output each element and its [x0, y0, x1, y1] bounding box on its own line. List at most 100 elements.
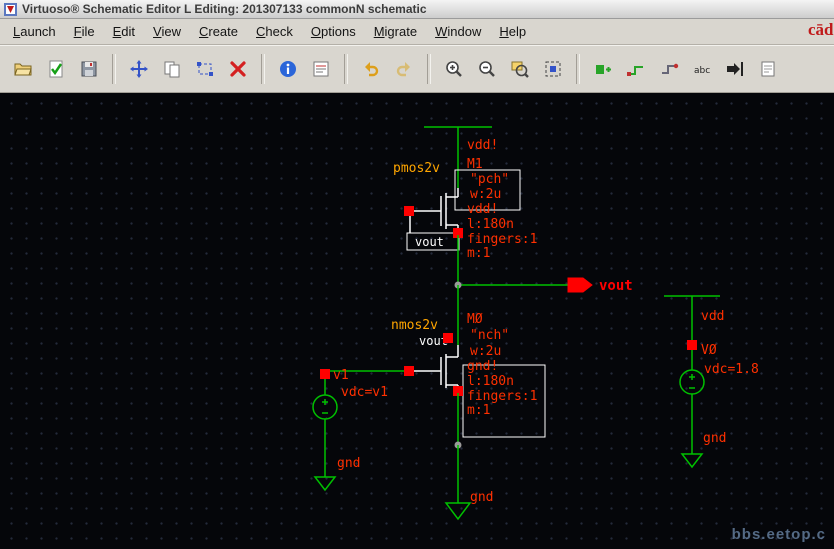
vout-pin-label[interactable]: vout: [599, 278, 633, 294]
selection-handle[interactable]: [443, 333, 453, 343]
redo-button[interactable]: [389, 54, 419, 84]
nmos-width-label[interactable]: w:2u: [470, 344, 501, 359]
menu-options[interactable]: Options: [302, 20, 365, 44]
create-label-button[interactable]: abc: [687, 54, 717, 84]
zoom-to-fit-button[interactable]: [505, 54, 535, 84]
stretch-button[interactable]: [190, 54, 220, 84]
pmos-transistor-M1[interactable]: pmos2v M1 "pch" w:2u vdd! l:180n fingers…: [393, 157, 537, 261]
nmos-fingers-label[interactable]: fingers:1: [467, 389, 537, 404]
copy-button[interactable]: [157, 54, 187, 84]
v0-gnd-label[interactable]: gnd: [703, 431, 726, 446]
undo-button[interactable]: [356, 54, 386, 84]
nmos-transistor-M0[interactable]: nmos2v vout MØ "nch" w:2u gnd! l:180n fi…: [391, 285, 546, 438]
pmos-bulk-label[interactable]: vdd!: [467, 202, 498, 217]
info-icon: [280, 61, 296, 77]
pmos-mult-label[interactable]: m:1: [467, 246, 490, 261]
label-abc-icon: abc: [694, 66, 710, 76]
vout-pin[interactable]: [567, 277, 593, 293]
note-icon: [761, 61, 775, 77]
v0-value-label[interactable]: vdc=1.8: [704, 362, 759, 377]
create-wire-icon: [627, 66, 643, 76]
cadence-logo: cādence: [808, 20, 834, 39]
gnd-symbol[interactable]: [680, 453, 704, 469]
nmos-instance-type-label[interactable]: nmos2v: [391, 318, 438, 333]
move-button[interactable]: [124, 54, 154, 84]
create-wire-button[interactable]: [621, 54, 651, 84]
menu-launch[interactable]: Launch: [4, 20, 65, 44]
net-label-vdd[interactable]: vdd!: [467, 138, 498, 153]
gnd-symbol[interactable]: [313, 476, 337, 492]
toolbar-separator: [112, 54, 116, 84]
window-title: Virtuoso® Schematic Editor L Editing: 20…: [22, 2, 427, 16]
gnd-label[interactable]: gnd: [470, 490, 493, 505]
gnd-symbol[interactable]: [444, 502, 472, 521]
zoom-in-icon: [446, 61, 462, 77]
menu-help[interactable]: Help: [490, 20, 535, 44]
delete-button[interactable]: [223, 54, 253, 84]
pmos-gate-net-label[interactable]: vout: [415, 235, 444, 249]
nmos-length-label[interactable]: l:180n: [467, 374, 514, 389]
fit-window-button[interactable]: [538, 54, 568, 84]
selection-handle[interactable]: [404, 366, 414, 376]
toolbar-separator: [576, 54, 580, 84]
pmos-name-label[interactable]: M1: [467, 157, 483, 172]
object-info-button[interactable]: [273, 54, 303, 84]
properties-icon: [313, 61, 329, 77]
create-note-button[interactable]: [753, 54, 783, 84]
pmos-length-label[interactable]: l:180n: [467, 217, 514, 232]
menu-check[interactable]: Check: [247, 20, 302, 44]
undo-icon: [365, 62, 379, 77]
stretch-icon: [197, 62, 213, 76]
pmos-instance-type-label[interactable]: pmos2v: [393, 161, 440, 176]
titlebar[interactable]: Virtuoso® Schematic Editor L Editing: 20…: [0, 0, 834, 19]
v1-value-label[interactable]: vdc=v1: [341, 385, 388, 400]
check-and-save-button[interactable]: [41, 54, 71, 84]
redo-icon: [396, 62, 410, 77]
schematic-drawing: vdd! pmos2v M1 "pch" w:2u vdd! l:180n fi…: [312, 126, 759, 521]
create-pin-button[interactable]: [720, 54, 750, 84]
v0-voltage-source[interactable]: vdd VØ vdc=1.8 gnd: [664, 295, 759, 469]
save-button[interactable]: [74, 54, 104, 84]
nmos-name-label[interactable]: MØ: [467, 312, 483, 327]
menu-window[interactable]: Window: [426, 20, 490, 44]
create-instance-button[interactable]: [588, 54, 618, 84]
schematic-canvas[interactable]: vdd! pmos2v M1 "pch" w:2u vdd! l:180n fi…: [0, 93, 834, 549]
pmos-width-label[interactable]: w:2u: [470, 187, 501, 202]
create-wide-wire-button[interactable]: [654, 54, 684, 84]
zoom-in-button[interactable]: [439, 54, 469, 84]
v1-name-label[interactable]: v1: [333, 368, 349, 383]
selection-handle[interactable]: [320, 369, 330, 379]
nmos-mult-label[interactable]: m:1: [467, 403, 490, 418]
menu-migrate[interactable]: Migrate: [365, 20, 426, 44]
menu-view[interactable]: View: [144, 20, 190, 44]
pmos-model-label[interactable]: "pch": [470, 172, 509, 187]
nmos-bulk-label[interactable]: gnd!: [467, 359, 498, 374]
menubar: Launch File Edit View Create Check Optio…: [0, 19, 834, 45]
selection-handle[interactable]: [404, 206, 414, 216]
nmos-model-label[interactable]: "nch": [470, 328, 509, 343]
check-and-save-icon: [49, 60, 63, 78]
virtuoso-window: Virtuoso® Schematic Editor L Editing: 20…: [0, 0, 834, 549]
v0-vdd-label[interactable]: vdd: [701, 309, 724, 324]
toolbar-separator: [261, 54, 265, 84]
selection-handle[interactable]: [687, 340, 697, 350]
menu-file[interactable]: File: [65, 20, 104, 44]
pmos-fingers-label[interactable]: fingers:1: [467, 232, 537, 247]
v0-symbol[interactable]: [679, 369, 705, 395]
v0-name-label[interactable]: VØ: [701, 343, 717, 358]
open-button[interactable]: [8, 54, 38, 84]
watermark: bbs.eetop.c: [731, 526, 826, 543]
save-icon: [81, 61, 97, 77]
v1-gnd-label[interactable]: gnd: [337, 456, 360, 471]
menu-create[interactable]: Create: [190, 20, 247, 44]
v1-symbol[interactable]: [312, 394, 338, 420]
create-instance-icon: [596, 65, 611, 74]
move-icon: [130, 60, 148, 78]
fit-window-icon: [545, 61, 561, 77]
menu-edit[interactable]: Edit: [104, 20, 144, 44]
zoom-out-button[interactable]: [472, 54, 502, 84]
properties-button[interactable]: [306, 54, 336, 84]
v1-voltage-source[interactable]: v1 vdc=v1 gnd: [312, 366, 414, 492]
toolbar-separator: [427, 54, 431, 84]
create-wide-wire-icon: [662, 63, 679, 74]
